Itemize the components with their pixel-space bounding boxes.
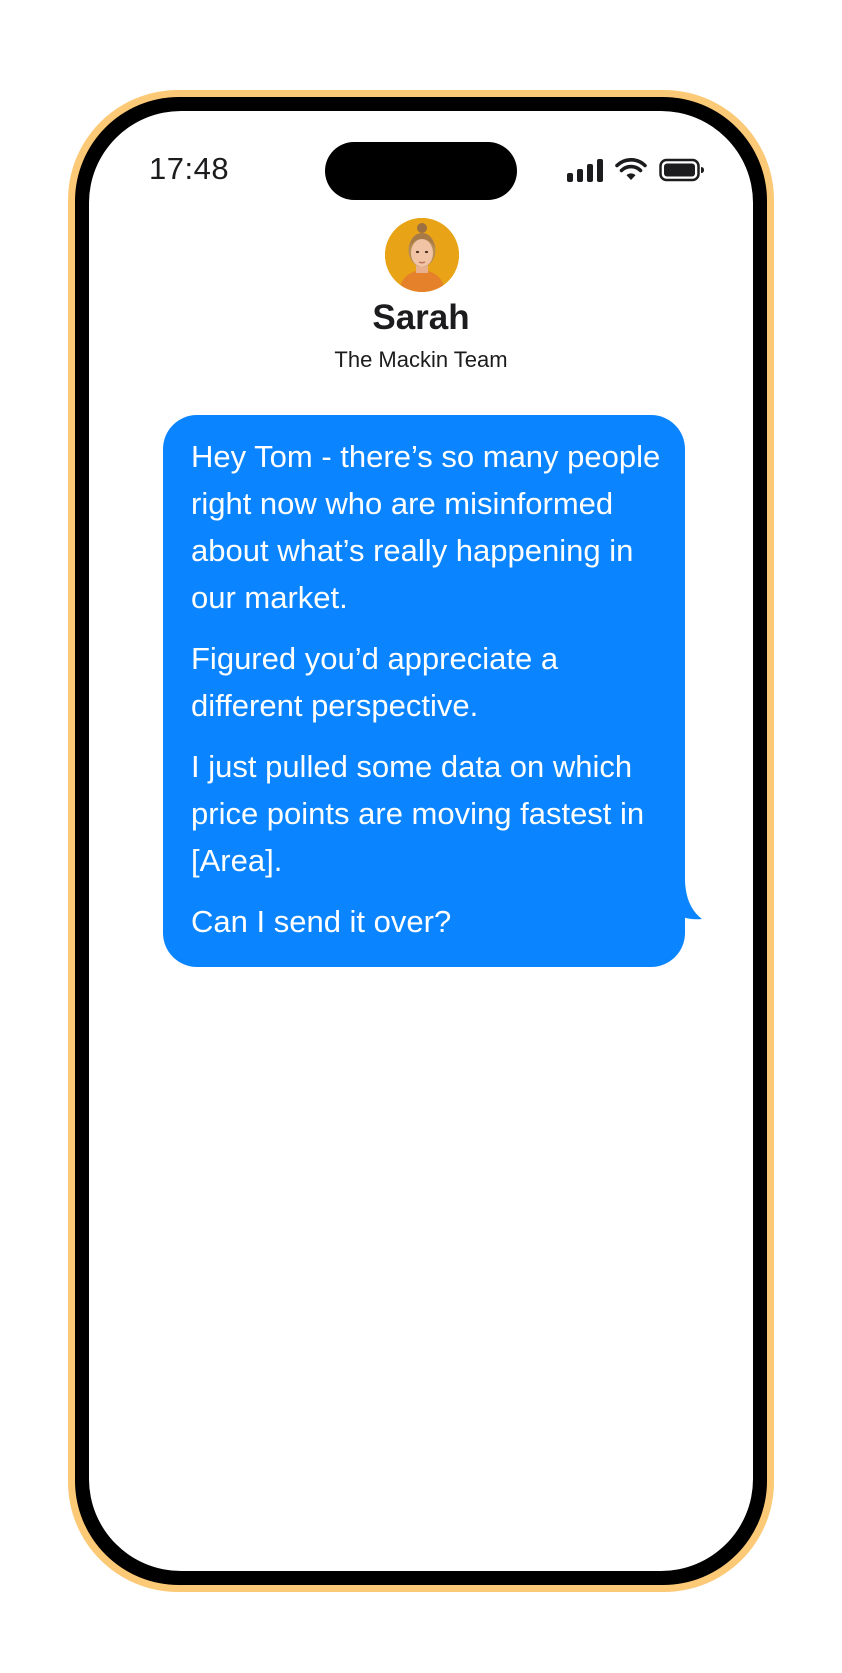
status-icons bbox=[567, 157, 705, 183]
battery-icon bbox=[659, 158, 704, 182]
message-paragraph: Hey Tom - there’s so many people right n… bbox=[191, 439, 661, 615]
cellular-signal-icon bbox=[567, 158, 603, 182]
message-paragraph: I just pulled some data on which price p… bbox=[191, 749, 645, 878]
avatar-portrait-icon bbox=[385, 218, 459, 292]
message-bubble[interactable]: Hey Tom - there’s so many people right n… bbox=[163, 415, 685, 967]
status-time: 17:48 bbox=[149, 151, 230, 186]
phone-bezel: 17:48 Sarah The Mackin Team Hey Tom - th… bbox=[75, 97, 767, 1585]
contact-avatar[interactable] bbox=[385, 218, 459, 292]
contact-name[interactable]: Sarah bbox=[89, 298, 753, 338]
message-paragraph: Can I send it over? bbox=[191, 904, 452, 939]
phone-frame: 17:48 Sarah The Mackin Team Hey Tom - th… bbox=[68, 90, 774, 1592]
message-paragraph: Figured you’d appreciate a different per… bbox=[191, 641, 559, 723]
phone-screen: 17:48 Sarah The Mackin Team Hey Tom - th… bbox=[89, 111, 753, 1571]
contact-subtitle: The Mackin Team bbox=[334, 347, 508, 372]
wifi-icon bbox=[615, 158, 647, 180]
dynamic-island bbox=[325, 142, 517, 200]
bubble-tail bbox=[669, 881, 702, 920]
